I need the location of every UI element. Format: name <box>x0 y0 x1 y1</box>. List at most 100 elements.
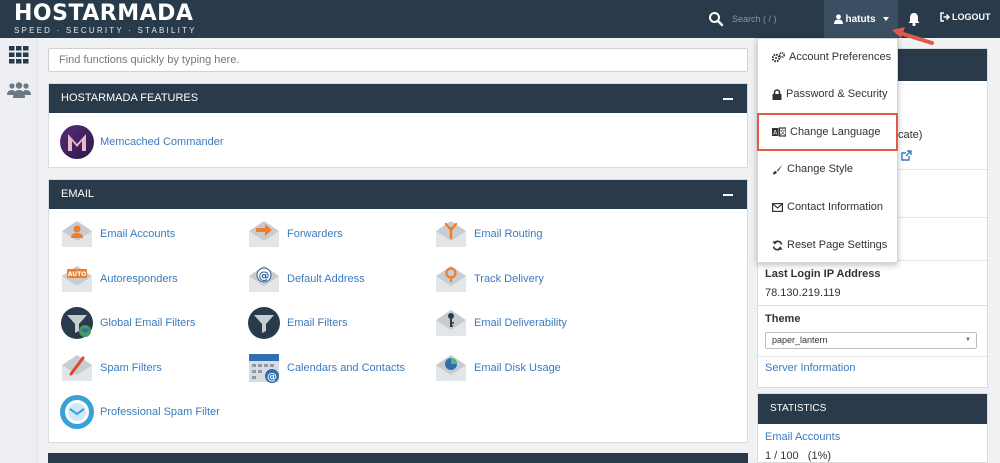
email-panel-header[interactable]: EMAIL <box>49 180 747 209</box>
statistics-panel: STATISTICS Email Accounts 1 / 100 (1%) <box>757 393 988 463</box>
email-filters-label: Email Filters <box>287 317 348 329</box>
forwarders-icon <box>249 221 279 247</box>
autoresponders-label: Autoresponders <box>100 273 178 285</box>
cogs-icon <box>772 51 785 62</box>
user-menu-button[interactable]: hatuts <box>824 0 898 38</box>
forwarders-label: Forwarders <box>287 228 343 240</box>
disk-usage-icon <box>436 355 466 381</box>
pro-spam-label: Professional Spam Filter <box>100 406 220 418</box>
annotation-arrow-icon <box>892 27 934 45</box>
last-login-label: Last Login IP Address <box>765 268 881 280</box>
global-search[interactable]: Search ( / ) <box>708 9 777 29</box>
theme-panel: Theme paper_lantern Server Information <box>757 306 988 388</box>
disk-usage-label: Email Disk Usage <box>474 362 561 374</box>
menu-label: Contact Information <box>787 201 883 213</box>
pro-spam-icon <box>60 395 94 429</box>
menu-label: Change Style <box>787 163 854 175</box>
left-rail <box>0 38 38 463</box>
memcached-icon <box>60 125 94 159</box>
deliverability-label: Email Deliverability <box>474 317 567 329</box>
logout-button[interactable]: LOGOUT <box>940 12 991 22</box>
email-item-autoresponders[interactable]: AUTO Autoresponders <box>59 261 178 297</box>
global-filters-icon <box>61 307 93 339</box>
email-filters-icon <box>248 307 280 339</box>
theme-label: Theme <box>765 313 801 325</box>
calendars-label: Calendars and Contacts <box>287 362 406 374</box>
chevron-down-icon <box>882 17 889 21</box>
email-item-pro-spam[interactable]: Professional Spam Filter <box>59 394 220 430</box>
brand-name: HOSTARMADA <box>14 1 194 26</box>
brand-tagline: SPEED · SECURITY · STABILITY <box>14 26 197 35</box>
external-link-icon[interactable] <box>901 150 912 161</box>
theme-select[interactable]: paper_lantern <box>765 332 977 349</box>
svg-text:@: @ <box>267 372 277 383</box>
apps-grid-icon[interactable] <box>9 46 29 64</box>
user-icon <box>833 14 843 24</box>
email-accounts-icon <box>62 221 92 247</box>
function-search-input[interactable]: Find functions quickly by typing here. <box>48 48 748 72</box>
track-delivery-label: Track Delivery <box>474 273 544 285</box>
menu-label: Reset Page Settings <box>787 239 888 251</box>
menu-label: Account Preferences <box>789 51 892 63</box>
menu-item-password-security[interactable]: Password & Security <box>758 76 899 112</box>
envelope-icon <box>772 202 783 212</box>
next-panel-header[interactable] <box>48 453 748 463</box>
email-item-default-address[interactable]: @ Default Address <box>246 261 365 297</box>
default-address-label: Default Address <box>287 273 365 285</box>
brand-logo[interactable]: HOSTARMADA SPEED · SECURITY · STABILITY <box>14 1 197 36</box>
email-item-calendars[interactable]: @ Calendars and Contacts <box>246 350 405 386</box>
lock-icon <box>772 88 782 100</box>
email-item-track-delivery[interactable]: Track Delivery <box>433 261 544 297</box>
search-icon <box>709 12 724 27</box>
collapse-icon[interactable] <box>723 98 733 100</box>
features-panel-title: HOSTARMADA FEATURES <box>61 92 199 104</box>
email-routing-label: Email Routing <box>474 228 543 240</box>
menu-item-account-preferences[interactable]: Account Preferences <box>758 39 899 75</box>
logout-label: LOGOUT <box>952 12 991 22</box>
email-item-forwarders[interactable]: Forwarders <box>246 216 343 252</box>
stat-email-accounts-value: 1 / 100 (1%) <box>765 450 832 462</box>
global-filters-label: Global Email Filters <box>100 317 196 329</box>
spam-filters-label: Spam Filters <box>100 362 162 374</box>
default-address-icon: @ <box>249 266 279 292</box>
collapse-icon[interactable] <box>723 194 733 196</box>
email-panel: EMAIL Email Accounts Forwarders Email Ro… <box>48 179 748 443</box>
stat-email-accounts-link[interactable]: Email Accounts <box>765 431 840 443</box>
server-information-link[interactable]: Server Information <box>765 362 855 374</box>
refresh-icon <box>772 240 783 250</box>
memcached-label: Memcached Commander <box>100 136 224 148</box>
brush-icon <box>773 164 783 174</box>
deliverability-icon <box>436 310 466 336</box>
menu-item-contact-information[interactable]: Contact Information <box>758 189 899 225</box>
feature-item-memcached[interactable]: Memcached Commander <box>59 124 224 160</box>
email-item-routing[interactable]: Email Routing <box>433 216 542 252</box>
spam-filters-icon <box>62 355 92 381</box>
track-delivery-icon <box>436 266 466 292</box>
menu-item-reset-page-settings[interactable]: Reset Page Settings <box>758 227 899 263</box>
email-item-disk-usage[interactable]: Email Disk Usage <box>433 350 561 386</box>
search-placeholder: Search ( / ) <box>732 14 777 24</box>
autoresponders-icon: AUTO <box>62 266 92 292</box>
menu-label: Password & Security <box>786 88 888 100</box>
calendars-icon: @ <box>249 354 279 383</box>
email-item-accounts[interactable]: Email Accounts <box>59 216 175 252</box>
menu-item-change-style[interactable]: Change Style <box>758 151 899 187</box>
email-accounts-label: Email Accounts <box>100 228 176 240</box>
email-item-filters[interactable]: Email Filters <box>246 305 348 341</box>
general-info-partial: cate) <box>898 129 923 141</box>
username: hatuts <box>845 13 876 25</box>
top-bar: HOSTARMADA SPEED · SECURITY · STABILITY … <box>0 0 1000 38</box>
email-panel-title: EMAIL <box>61 188 95 200</box>
svg-text:AUTO: AUTO <box>68 271 87 278</box>
email-item-global-filters[interactable]: Global Email Filters <box>59 305 195 341</box>
features-panel-header[interactable]: HOSTARMADA FEATURES <box>49 84 747 113</box>
features-panel: HOSTARMADA FEATURES Memcached Commander <box>48 83 748 168</box>
highlight-box <box>757 113 898 151</box>
email-routing-icon <box>436 221 466 247</box>
email-item-spam-filters[interactable]: Spam Filters <box>59 350 162 386</box>
svg-text:@: @ <box>259 269 270 282</box>
users-icon[interactable] <box>7 82 31 98</box>
last-login-value: 78.130.219.119 <box>765 287 841 299</box>
email-item-deliverability[interactable]: Email Deliverability <box>433 305 567 341</box>
statistics-header: STATISTICS <box>758 394 987 424</box>
